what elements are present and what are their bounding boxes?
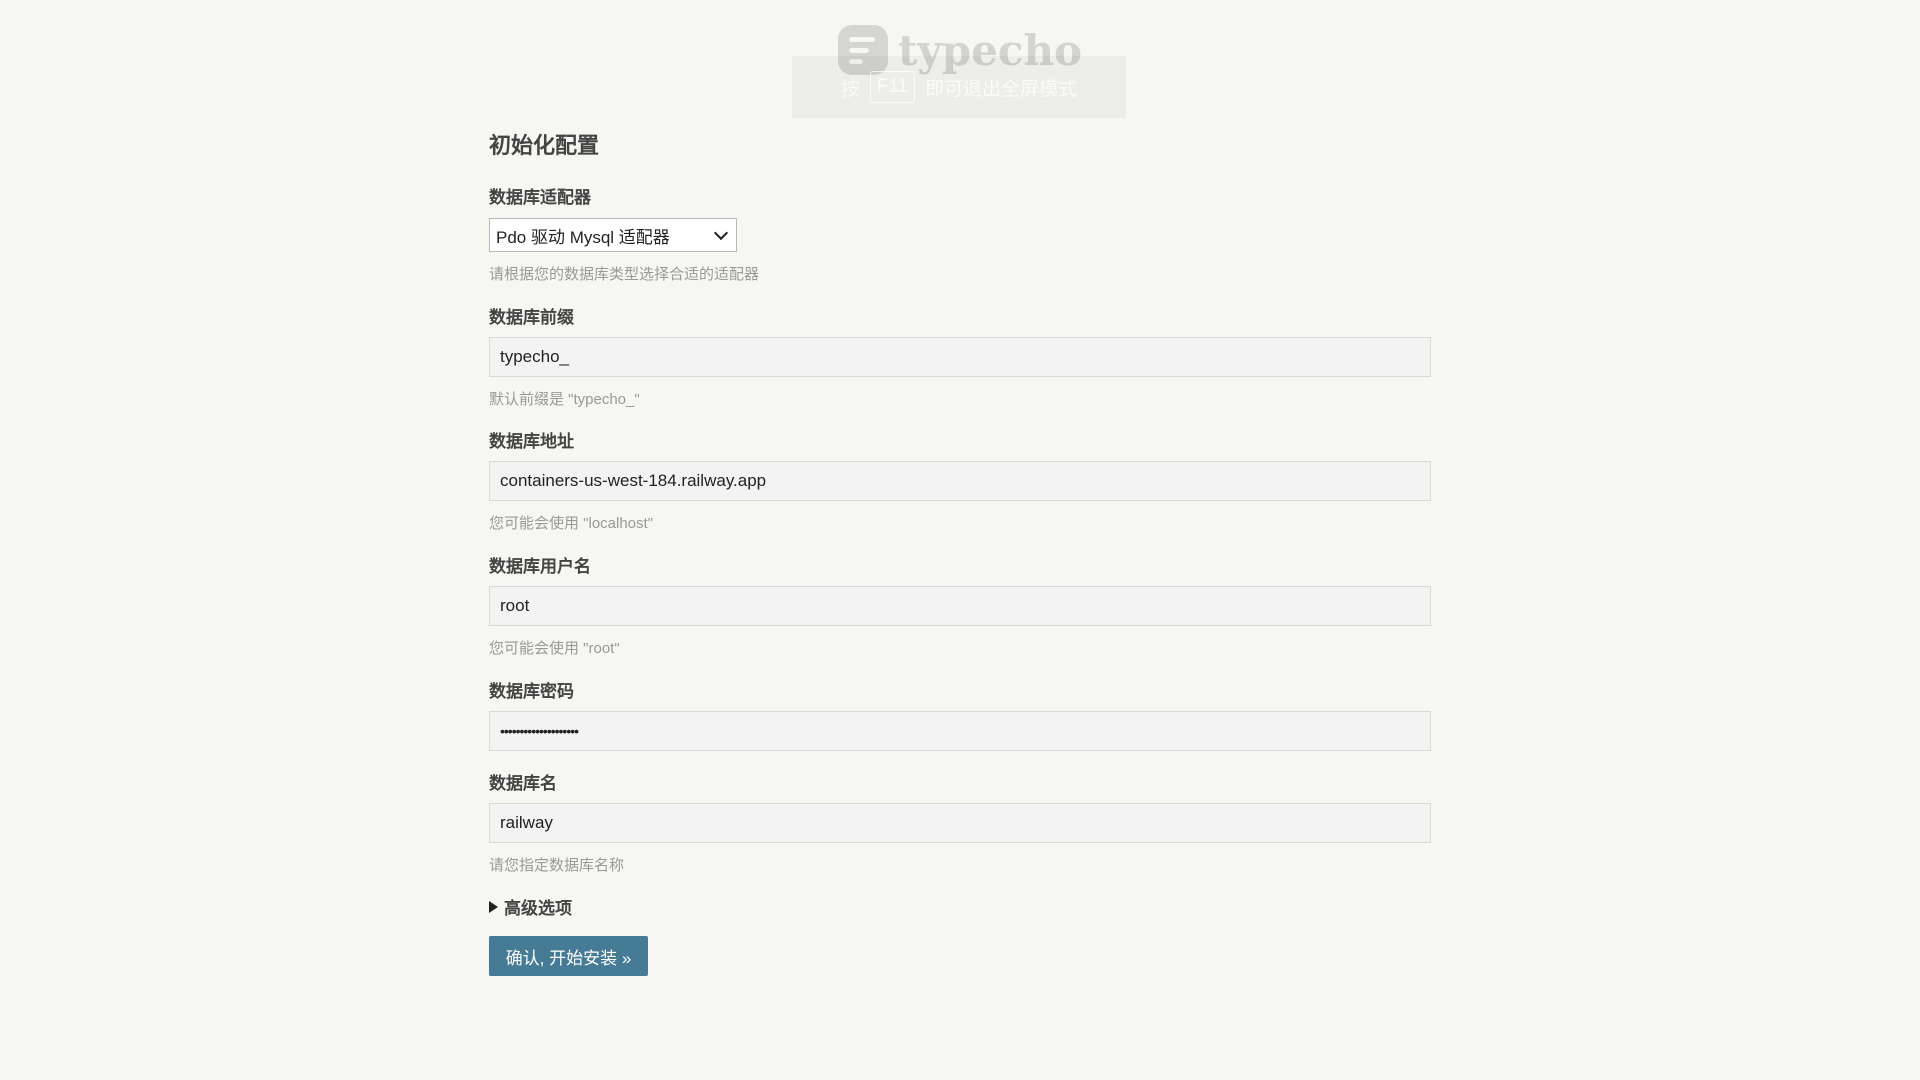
password-input[interactable]: ••••••••••••••••••••: [489, 711, 1431, 751]
adapter-select[interactable]: Pdo 驱动 Mysql 适配器: [489, 218, 737, 252]
disclosure-triangle-icon: [489, 900, 498, 913]
password-input-value: ••••••••••••••••••••: [500, 723, 579, 739]
prefix-input[interactable]: typecho_: [489, 337, 1431, 377]
dbname-input-value: railway: [500, 813, 553, 832]
fullscreen-hint: 按 F11 即可退出全屏模式: [792, 56, 1126, 118]
user-input[interactable]: root: [489, 586, 1431, 626]
host-label: 数据库地址: [489, 432, 574, 451]
fullscreen-hint-after: 即可退出全屏模式: [925, 78, 1078, 100]
install-config-form: 初始化配置 数据库适配器 Pdo 驱动 Mysql 适配器 请根据您的数据库类型…: [489, 126, 1431, 976]
advanced-options-toggle[interactable]: 高级选项: [489, 894, 572, 919]
host-input[interactable]: containers-us-west-184.railway.app: [489, 461, 1431, 501]
prefix-desc: 默认前缀是 "typecho_": [489, 391, 640, 408]
adapter-desc: 请根据您的数据库类型选择合适的适配器: [489, 266, 760, 283]
start-install-button[interactable]: 确认, 开始安装 »: [489, 936, 648, 976]
user-label: 数据库用户名: [489, 557, 591, 576]
host-desc: 您可能会使用 "localhost": [489, 515, 654, 532]
fullscreen-hint-before: 按: [840, 78, 860, 100]
adapter-select-value: Pdo 驱动 Mysql 适配器: [496, 227, 670, 247]
page-title: 初始化配置: [489, 133, 600, 158]
advanced-options-label: 高级选项: [504, 899, 572, 918]
adapter-label: 数据库适配器: [489, 188, 591, 207]
host-input-value: containers-us-west-184.railway.app: [500, 471, 767, 490]
dbname-desc: 请您指定数据库名称: [489, 857, 625, 874]
password-label: 数据库密码: [489, 682, 574, 701]
prefix-input-value: typecho_: [500, 347, 569, 366]
prefix-label: 数据库前缀: [489, 308, 574, 327]
fullscreen-hint-key: F11: [869, 71, 916, 103]
dbname-label: 数据库名: [489, 774, 557, 793]
dbname-input[interactable]: railway: [489, 803, 1431, 843]
chevron-down-icon: [713, 225, 729, 240]
user-input-value: root: [500, 596, 530, 615]
user-desc: 您可能会使用 "root": [489, 640, 620, 657]
